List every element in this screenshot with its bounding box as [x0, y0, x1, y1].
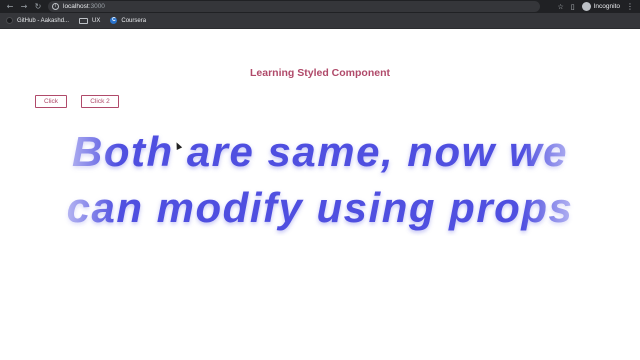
bookmark-label: UX	[92, 17, 101, 24]
click-2-button[interactable]: Click 2	[81, 95, 119, 108]
bookmarks-bar: GitHub - Aakashd... UX C Coursera	[0, 13, 640, 29]
coursera-icon: C	[110, 17, 118, 24]
bookmark-coursera[interactable]: C Coursera	[110, 17, 146, 24]
click-button[interactable]: Click	[35, 95, 67, 108]
site-info-icon[interactable]: i	[52, 3, 59, 10]
page-title: Learning Styled Component	[249, 67, 390, 79]
forward-icon[interactable]: →	[17, 2, 31, 11]
bookmark-label: GitHub - Aakashd...	[17, 17, 70, 24]
bookmark-ux-folder[interactable]: UX	[79, 17, 101, 24]
github-icon	[6, 17, 13, 24]
side-panel-icon[interactable]: ▯	[571, 3, 575, 11]
folder-icon	[79, 17, 89, 24]
bookmark-star-icon[interactable]: ☆	[557, 3, 563, 11]
styled-heading-text: Both are same, now we can modify using p…	[66, 128, 574, 231]
browser-toolbar: ← → ↻ i localhost:3000 ☆ ▯ Incognito ⋮	[0, 0, 640, 13]
bookmark-label: Coursera	[121, 17, 147, 24]
address-bar[interactable]: i localhost:3000	[48, 1, 540, 12]
page-content: Learning Styled Component Click Click 2 …	[0, 29, 640, 360]
incognito-label: Incognito	[593, 3, 620, 10]
url-text[interactable]: localhost:3000	[63, 3, 105, 10]
menu-kebab-icon[interactable]: ⋮	[626, 2, 634, 11]
bookmark-github[interactable]: GitHub - Aakashd...	[6, 17, 69, 24]
incognito-icon	[581, 2, 591, 11]
back-icon[interactable]: ←	[3, 2, 17, 11]
reload-icon[interactable]: ↻	[31, 2, 45, 11]
